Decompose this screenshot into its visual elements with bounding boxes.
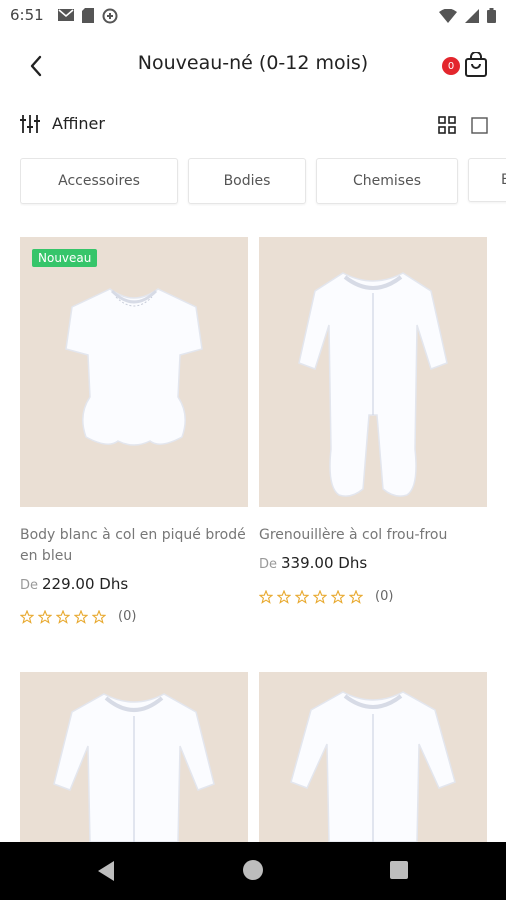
list-view-icon[interactable] (471, 117, 488, 134)
wifi-icon (439, 8, 457, 23)
chip-chemises[interactable]: Chemises (316, 158, 458, 204)
category-chips: Accessoires Bodies Chemises B (20, 158, 506, 206)
sleepsuit-image (290, 691, 456, 842)
star-icon (20, 609, 34, 624)
star-icon (349, 589, 363, 604)
filter-label: Affiner (52, 114, 105, 133)
chip-bodies[interactable]: Bodies (188, 158, 306, 204)
product-image[interactable]: Nouveau (20, 237, 248, 507)
grid-view-icon[interactable] (438, 116, 456, 134)
product-image[interactable] (259, 672, 487, 842)
product-name[interactable]: Body blanc à col en piqué brodé en bleu (20, 525, 248, 567)
filter-row: Affiner (0, 108, 506, 144)
app-header: Nouveau-né (0-12 mois) 0 (0, 40, 506, 92)
star-icon (74, 609, 88, 624)
sleepsuit-image (298, 272, 448, 497)
signal-icon (465, 8, 479, 23)
product-price: De 339.00 Dhs (259, 554, 367, 572)
rating-count: (0) (118, 609, 137, 624)
star-icon (38, 609, 52, 624)
star-icon (295, 589, 309, 604)
page-title: Nouveau-né (0-12 mois) (137, 52, 369, 74)
price-prefix: De (259, 557, 278, 572)
status-system-icons (439, 8, 496, 23)
data-saver-icon (102, 8, 118, 24)
rating: (0) (259, 589, 393, 604)
chip-more[interactable]: B (468, 158, 506, 202)
star-icon (56, 609, 70, 624)
chip-accessoires[interactable]: Accessoires (20, 158, 178, 204)
price-value: 229.00 Dhs (42, 575, 129, 593)
sliders-icon (20, 114, 40, 133)
status-notification-icons (58, 8, 118, 24)
star-icon (259, 589, 273, 604)
star-icon (277, 589, 291, 604)
status-bar: 6:51 (0, 0, 506, 32)
star-icon (313, 589, 327, 604)
sd-card-icon (82, 8, 94, 23)
battery-icon (487, 8, 496, 23)
nav-home-icon[interactable] (243, 860, 263, 880)
product-image[interactable] (20, 672, 248, 842)
filter-button[interactable]: Affiner (20, 114, 105, 133)
rating-count: (0) (375, 589, 394, 604)
star-icon (92, 609, 106, 624)
nav-back-icon[interactable] (96, 860, 116, 882)
rating: (0) (20, 609, 136, 624)
product-image[interactable] (259, 237, 487, 507)
price-prefix: De (20, 578, 39, 593)
product-price: De 229.00 Dhs (20, 575, 128, 593)
system-nav-bar (0, 842, 506, 900)
gmail-icon (58, 9, 74, 21)
product-name[interactable]: Grenouillère à col frou-frou (259, 525, 487, 546)
star-icon (331, 589, 345, 604)
price-value: 339.00 Dhs (281, 554, 368, 572)
cart-count-badge: 0 (442, 57, 460, 75)
sleepsuit-image (53, 693, 215, 842)
new-badge: Nouveau (32, 249, 98, 267)
nav-recents-icon[interactable] (390, 861, 408, 879)
cart-button[interactable]: 0 (442, 52, 488, 82)
shopping-bag-icon (465, 52, 487, 77)
status-time: 6:51 (10, 6, 44, 24)
bodysuit-image (65, 288, 203, 446)
